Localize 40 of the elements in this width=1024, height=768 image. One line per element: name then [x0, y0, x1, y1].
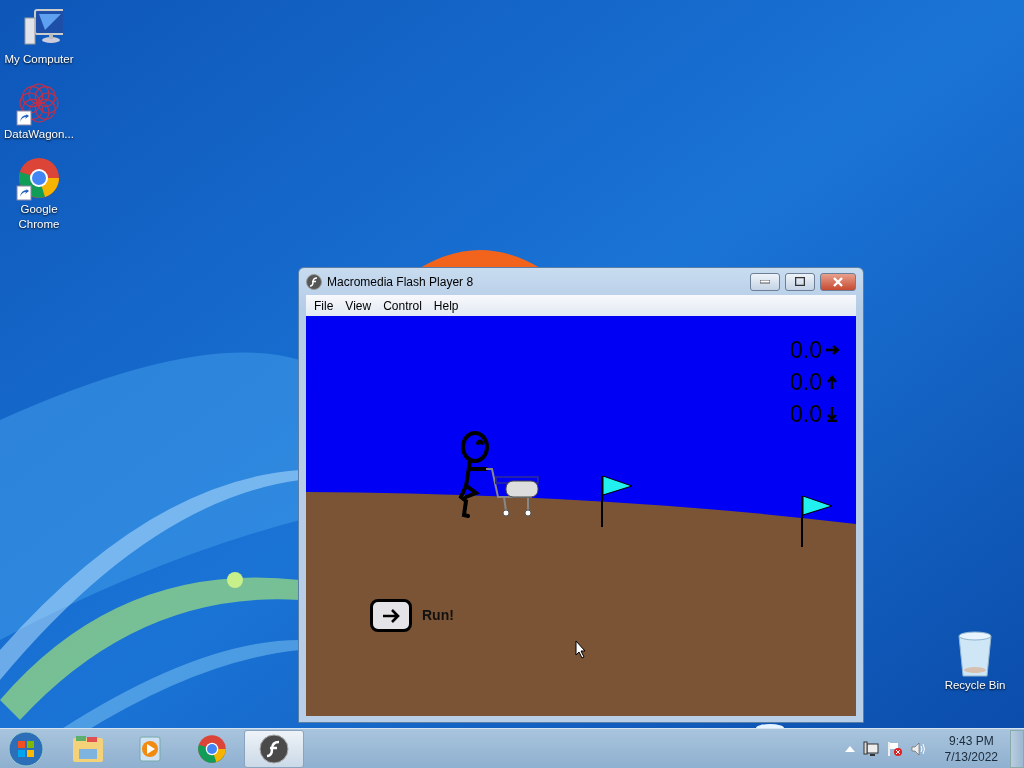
play-icon	[136, 734, 164, 763]
run-label: Run!	[422, 607, 454, 623]
folder-icon	[72, 734, 104, 763]
close-button[interactable]	[820, 272, 856, 291]
maximize-icon	[795, 277, 805, 286]
flash-icon	[259, 733, 289, 764]
stat-value: 0.0	[790, 370, 822, 394]
windows-logo-icon	[8, 730, 44, 767]
icon-label: Google Chrome	[17, 202, 61, 232]
arrow-down-icon	[824, 406, 840, 422]
chrome-icon	[197, 733, 227, 764]
stat-value: 0.0	[790, 402, 822, 426]
menu-item[interactable]: Control	[377, 298, 428, 313]
arrow-up-icon	[824, 374, 840, 390]
start-button[interactable]	[6, 729, 46, 768]
flash-icon	[306, 273, 322, 290]
window-title: Macromedia Flash Player 8	[327, 274, 475, 289]
icon-label: Recycle Bin	[943, 678, 1007, 693]
stat-value: 0.0	[790, 338, 822, 362]
arrow-right-icon	[381, 607, 401, 624]
taskbar-app-button[interactable]	[244, 729, 304, 768]
run-button[interactable]	[370, 599, 412, 632]
flag-warning-icon[interactable]	[886, 740, 903, 757]
menu-item[interactable]: View	[339, 298, 378, 313]
maximize-button[interactable]	[785, 272, 815, 291]
minimize-icon	[760, 279, 770, 284]
icon-label: DataWagon...	[4, 127, 74, 142]
close-icon	[832, 276, 844, 287]
speaker-icon[interactable]	[910, 740, 927, 757]
clock-date: 7/13/2022	[944, 748, 998, 765]
recycle-bin-icon[interactable]	[955, 630, 995, 678]
flag-drawing	[601, 474, 635, 528]
minimize-button[interactable]	[750, 272, 780, 291]
cursor-icon	[575, 640, 587, 659]
clock-time: 9:43 PM	[948, 732, 994, 749]
menu-item[interactable]: Help	[427, 298, 465, 313]
icon-label: My Computer	[4, 52, 74, 67]
flag-drawing	[801, 494, 835, 548]
menu-item[interactable]: File	[308, 298, 340, 313]
arrow-right-icon	[824, 342, 840, 358]
